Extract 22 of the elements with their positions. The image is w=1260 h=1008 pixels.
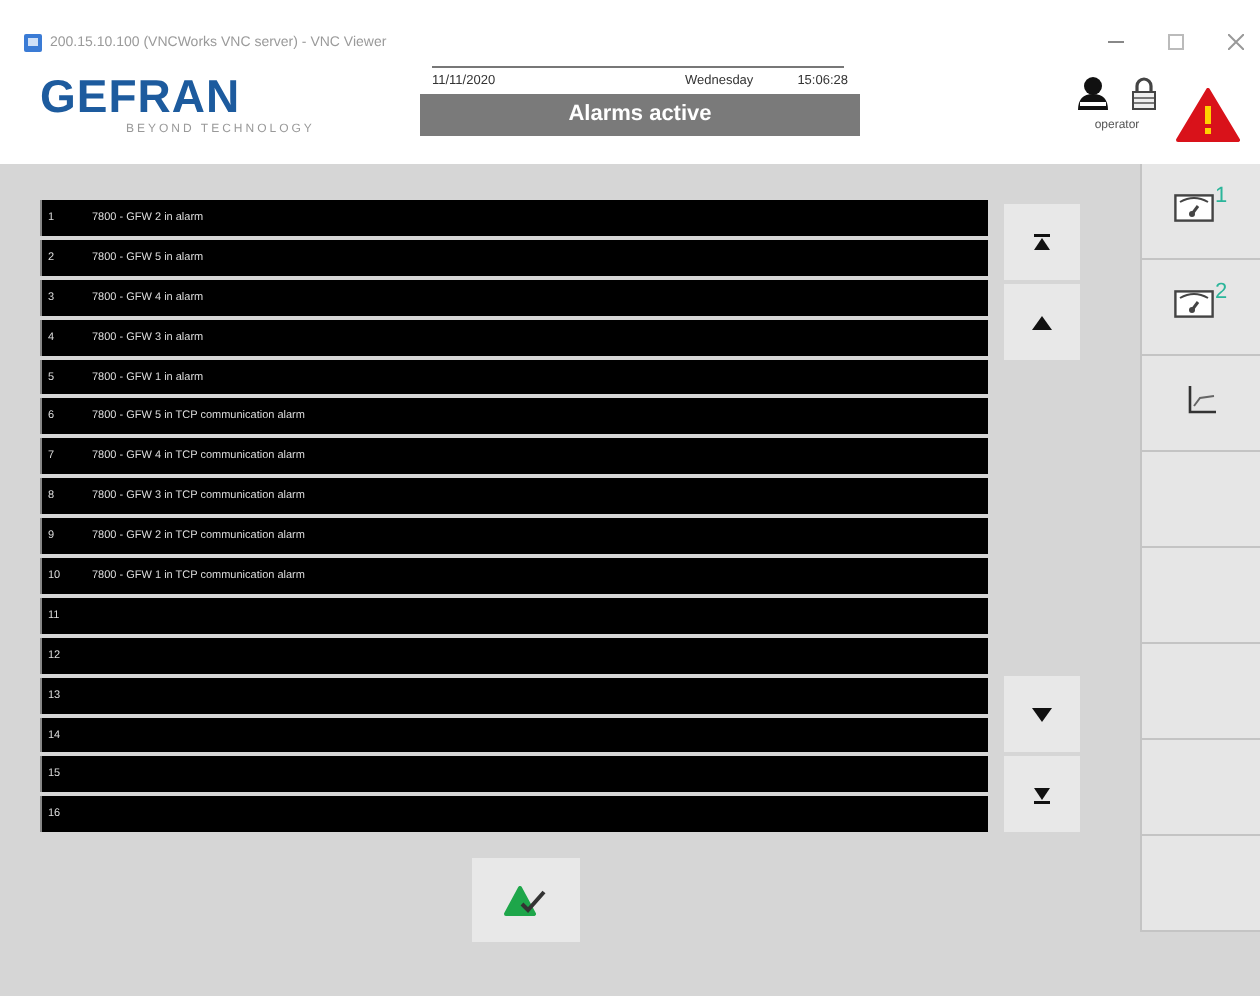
user-icon[interactable] [1078, 76, 1108, 110]
scroll-bottom-button[interactable] [1004, 756, 1080, 832]
up-arrow-icon [1032, 311, 1052, 333]
alarm-status-banner: Alarms active [420, 94, 860, 136]
acknowledge-button[interactable] [472, 858, 580, 942]
acknowledge-icon [504, 885, 548, 915]
app-icon [24, 33, 42, 51]
close-icon[interactable] [1228, 34, 1244, 50]
padlock-icon[interactable] [1132, 76, 1156, 110]
scroll-top-button[interactable] [1004, 204, 1080, 280]
warning-icon[interactable] [1176, 88, 1240, 142]
scroll-down-button[interactable] [1004, 676, 1080, 752]
monitor-icon [1174, 289, 1215, 317]
maximize-icon[interactable] [1168, 34, 1184, 50]
company-logo: GEFRAN [40, 72, 241, 120]
down-arrow-icon [1032, 703, 1052, 725]
scroll-up-button[interactable] [1004, 284, 1080, 360]
scroll-bottom-icon [1032, 783, 1052, 805]
monitor-icon [1174, 193, 1215, 221]
trend-button[interactable] [1140, 356, 1260, 452]
scroll-top-icon [1032, 231, 1052, 253]
trend-chart-icon [1187, 385, 1215, 413]
